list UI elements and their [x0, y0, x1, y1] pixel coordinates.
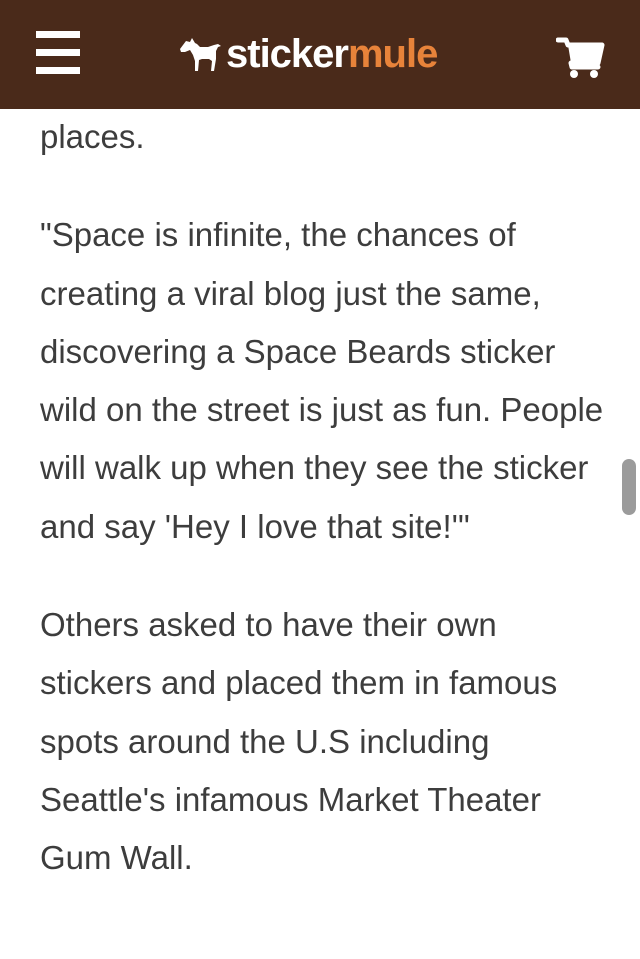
logo-text-mule: mule	[347, 32, 438, 76]
menu-line	[36, 31, 80, 38]
article-paragraph: places.	[40, 118, 145, 155]
top-navigation-bar: sticker mule	[0, 0, 640, 109]
vertical-scrollbar-thumb[interactable]	[622, 459, 636, 515]
stickermule-logo[interactable]: sticker mule	[178, 26, 438, 82]
logo-text-sticker: sticker	[226, 32, 349, 76]
shopping-cart-icon[interactable]	[555, 36, 606, 80]
menu-line	[36, 67, 80, 74]
hamburger-menu-icon[interactable]	[36, 31, 82, 75]
article-quote-paragraph: "Space is infinite, the chances of creat…	[40, 216, 604, 545]
article-body: places. "Space is infinite, the chances …	[40, 108, 610, 888]
article-paragraph: Others asked to have their own stickers …	[40, 606, 558, 877]
mule-horse-icon	[178, 35, 222, 73]
menu-line	[36, 49, 80, 56]
